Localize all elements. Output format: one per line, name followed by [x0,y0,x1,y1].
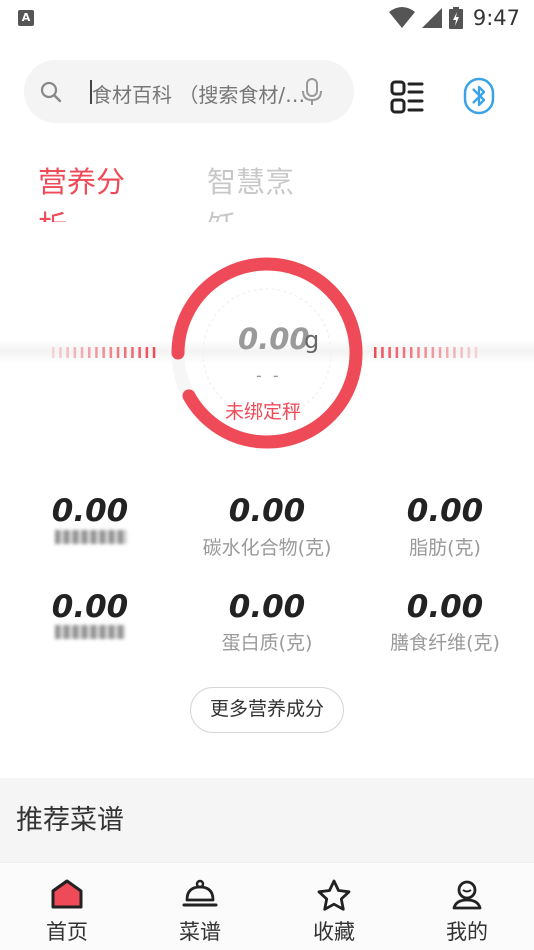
gauge-tick [431,347,435,358]
nutrient-label: 蛋白质(克) [221,632,313,654]
nav-item-home[interactable]: 首页 [0,863,134,950]
home-icon [51,879,83,909]
tab-smart-cooking[interactable]: 智慧烹饪 [207,160,302,222]
gauge-tick [446,347,449,358]
scan-qr-icon[interactable] [390,80,424,114]
star-icon [317,879,351,911]
gauge-tick [467,347,471,358]
gauge-tick [374,347,377,358]
battery-icon [448,7,463,29]
nav-label: 菜谱 [179,920,221,944]
recommend-title: 推荐菜谱 [16,805,124,836]
nav-label: 首页 [46,920,88,944]
wifi-icon [388,7,415,28]
gauge-tick [88,347,91,358]
gauge-tick [95,347,98,358]
gauge-tick [80,347,84,358]
gauge-tick [438,347,442,358]
signal-icon [421,8,442,28]
nutrient-label-blurred [55,625,125,639]
gauge-tick [66,347,69,358]
nutrient-label: 碳水化合物(克) [202,537,332,559]
nutrient-value: 0.00 [406,493,484,529]
nutrient-label: 脂肪(克) [409,537,481,559]
gauge-tick [410,347,413,358]
nutrient-value: 0.00 [228,493,306,529]
gauge-tick [474,347,478,358]
nutrient-value: 0.00 [51,589,129,625]
gauge-tick [152,347,156,358]
search-icon [40,81,62,103]
status-icons: 9:47 [388,5,520,31]
gauge-tick [131,347,134,358]
gauge-tick [109,347,113,358]
nutrient-label: 膳食纤维(克) [390,632,500,654]
gauge-tick [124,347,127,358]
gauge-tick [145,347,149,358]
gauge-tick [138,347,141,358]
search-input[interactable]: 食材百科 （搜索食材/食物） [24,60,354,123]
tab-nutrition-analysis[interactable]: 营养分析 [38,160,133,222]
gauge-ticks-left [52,347,156,358]
gauge-tick [52,347,55,358]
nav-label: 我的 [446,920,488,944]
weight-placeholder-dash: - - [256,366,282,385]
nutrient-value: 0.00 [228,589,306,625]
nutrient-label-blurred [55,530,127,544]
search-placeholder: 食材百科 （搜索食材/食物） [92,83,316,107]
gauge-tick [424,347,427,358]
gauge-tick [402,347,406,358]
nav-item-profile[interactable]: 我的 [400,863,534,950]
nutrient-value: 0.00 [51,493,129,529]
status-bar: A 9:47 [0,0,534,36]
bottom-nav: 首页 菜谱 收藏 我的 [0,862,534,950]
scale-status-link[interactable]: 未绑定秤 [225,397,301,424]
gauge-tick [59,347,62,358]
gauge-tick [388,347,391,358]
cloche-icon [182,879,218,907]
gauge-ticks-right [374,347,478,358]
gauge-tick [395,347,399,358]
gauge-tick [73,347,77,358]
gauge-tick [453,347,456,358]
nutrient-value: 0.00 [406,589,484,625]
nav-label: 收藏 [313,920,355,944]
bluetooth-icon[interactable] [463,77,495,115]
microphone-icon[interactable] [302,78,322,106]
weight-unit: g [304,326,320,354]
gauge-tick [116,347,120,358]
status-time: 9:47 [472,6,520,30]
weight-value: 0.00 [238,322,310,356]
profile-icon [452,880,482,910]
gauge-tick [381,347,384,358]
more-nutrients-button[interactable]: 更多营养成分 [190,687,344,733]
gauge-tick [460,347,463,358]
gauge-tick [417,347,420,358]
gauge-tick [102,347,105,358]
nav-item-favorites[interactable]: 收藏 [267,863,401,950]
app-notification-icon: A [18,10,34,26]
nav-item-recipes[interactable]: 菜谱 [133,863,267,950]
